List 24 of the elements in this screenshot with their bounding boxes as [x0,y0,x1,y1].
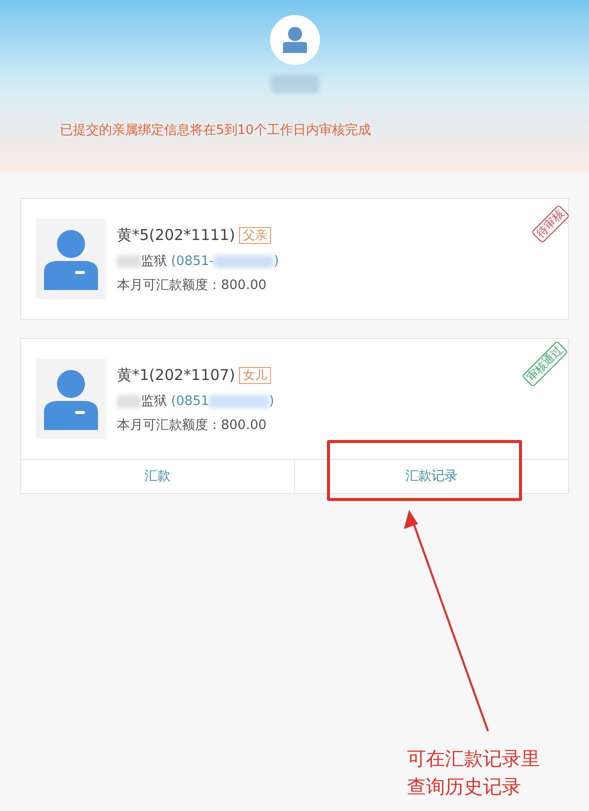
prison-name: 监狱 [141,252,167,270]
quota-text: 本月可汇款额度：800.00 [117,277,268,295]
action-button[interactable]: 汇款记录 [294,460,568,493]
redacted-text [214,254,274,268]
phone-number: (0851 [171,392,210,410]
phone-number: (0851- [171,252,214,270]
redacted-name [270,75,318,93]
phone-bracket: ) [269,392,274,410]
relation-tag: 父亲 [239,226,272,244]
status-stamp: 待审核 [531,204,570,244]
redacted-text [117,394,141,408]
annotation-text: 可在汇款记录里查询历史记录 [407,747,541,800]
relation-tag: 女儿 [239,366,272,384]
phone-bracket: ) [274,252,279,270]
avatar-icon [270,15,320,65]
notice-text: 已提交的亲属绑定信息将在5到10个工作日内审核完成 [60,122,371,140]
action-button[interactable]: 汇款 [21,460,294,493]
quota-text: 本月可汇款额度：800.00 [117,417,268,435]
person-name: 黄*1(202*1107) [117,365,236,386]
redacted-text [209,394,270,408]
person-name: 黄*5(202*1111) [117,225,236,246]
redacted-text [117,254,141,268]
status-stamp: 审核通过 [522,340,568,388]
prison-name: 监狱 [141,392,167,410]
